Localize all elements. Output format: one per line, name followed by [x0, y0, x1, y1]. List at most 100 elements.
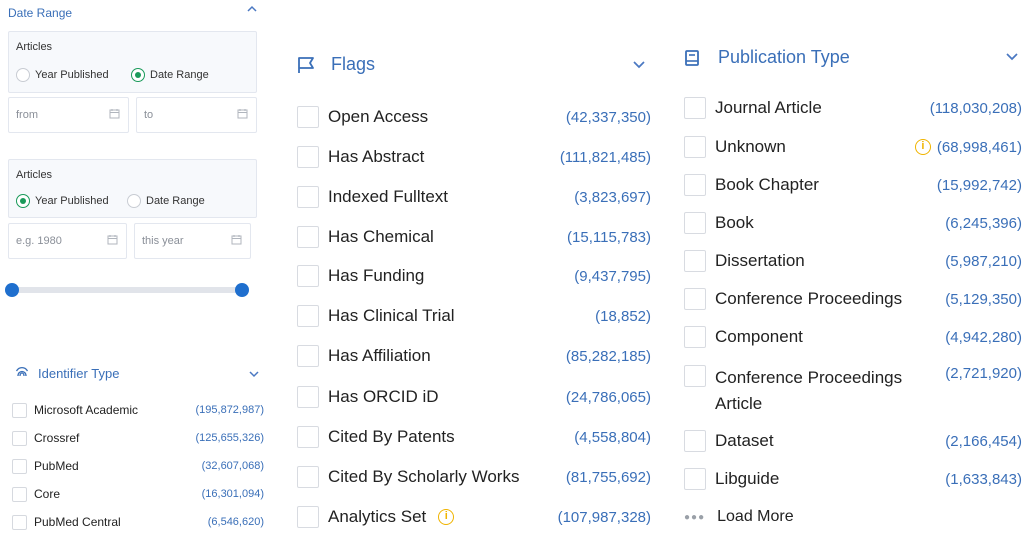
info-icon[interactable]: i [914, 139, 931, 155]
checkbox[interactable] [12, 430, 27, 446]
publication-type-item[interactable]: Conference Proceedings Article (2,721,920… [684, 365, 1022, 417]
flag-item-label: Indexed Fulltext [328, 187, 449, 206]
flag-item[interactable]: Open Access (42,337,350) [297, 106, 651, 128]
calendar-icon[interactable] [237, 108, 248, 122]
checkbox[interactable] [12, 402, 27, 418]
year-range-slider-min-handle[interactable] [5, 283, 19, 297]
identifier-type-item[interactable]: Crossref (125,655,326) [12, 428, 264, 448]
checkbox[interactable] [297, 506, 319, 528]
publication-type-item-count: (2,721,920) [945, 365, 1022, 382]
checkbox[interactable] [297, 146, 319, 168]
flag-item-count: (15,115,783) [567, 228, 651, 246]
checkbox[interactable] [297, 186, 319, 208]
chevron-down-icon[interactable] [1005, 50, 1019, 68]
checkbox[interactable] [12, 514, 27, 530]
calendar-icon[interactable] [231, 234, 242, 248]
checkbox[interactable] [297, 305, 319, 327]
identifier-type-item[interactable]: PubMed (32,607,068) [12, 456, 264, 476]
checkbox[interactable] [684, 174, 706, 196]
publication-type-item[interactable]: Component (4,942,280) [684, 326, 1022, 348]
identifier-type-title[interactable]: Identifier Type [38, 366, 119, 381]
radio-year-published[interactable]: Year Published [16, 194, 109, 208]
publication-type-item[interactable]: Journal Article (118,030,208) [684, 97, 1022, 119]
flag-item[interactable]: Has Funding (9,437,795) [297, 265, 651, 287]
start-year-input[interactable]: e.g. 1980 [8, 223, 127, 259]
flag-item[interactable]: Has Affiliation (85,282,185) [297, 345, 651, 367]
calendar-icon[interactable] [107, 234, 118, 248]
flag-item[interactable]: Cited By Patents (4,558,804) [297, 426, 651, 448]
radio-circle[interactable] [127, 194, 141, 208]
flag-item-count: (42,337,350) [565, 108, 651, 126]
identifier-type-item[interactable]: Core (16,301,094) [12, 484, 264, 504]
publication-type-item[interactable]: Conference Proceedings (5,129,350) [684, 288, 1022, 310]
from-date-input[interactable]: from [8, 97, 129, 133]
checkbox[interactable] [684, 136, 706, 158]
publication-type-item-count: (5,129,350) [945, 290, 1022, 308]
checkbox[interactable] [297, 345, 319, 367]
radio-circle[interactable] [16, 194, 30, 208]
publication-type-item[interactable]: Unknown i (68,998,461) [684, 136, 1022, 158]
identifier-type-item[interactable]: Microsoft Academic (195,872,987) [12, 400, 264, 420]
radio-circle[interactable] [16, 68, 30, 82]
calendar-icon[interactable] [109, 108, 120, 122]
publication-type-item-label: Libguide [715, 469, 780, 488]
year-range-slider-max-handle[interactable] [235, 283, 249, 297]
checkbox[interactable] [684, 468, 706, 490]
publication-type-item[interactable]: Dataset (2,166,454) [684, 430, 1022, 452]
flag-item-count: (4,558,804) [574, 428, 651, 446]
checkbox[interactable] [684, 288, 706, 310]
checkbox[interactable] [297, 106, 319, 128]
publication-type-item[interactable]: Book Chapter (15,992,742) [684, 174, 1022, 196]
flag-item[interactable]: Has Abstract (111,821,485) [297, 146, 651, 168]
checkbox[interactable] [297, 265, 319, 287]
publication-type-item[interactable]: Libguide (1,633,843) [684, 468, 1022, 490]
flag-item[interactable]: Has Clinical Trial (18,852) [297, 305, 651, 327]
radio-label: Date Range [146, 195, 205, 207]
year-range-slider-track[interactable] [12, 287, 242, 293]
to-date-input[interactable]: to [136, 97, 257, 133]
checkbox[interactable] [297, 226, 319, 248]
flag-item-label: Has Affiliation [328, 346, 431, 365]
flag-item[interactable]: Has Chemical (15,115,783) [297, 226, 651, 248]
flag-item-count: (3,823,697) [574, 188, 651, 206]
flags-header[interactable]: Flags [297, 54, 375, 75]
end-year-input[interactable]: this year [134, 223, 251, 259]
checkbox[interactable] [12, 458, 27, 474]
checkbox[interactable] [297, 386, 319, 408]
identifier-type-item-label: Microsoft Academic [34, 403, 139, 417]
publication-type-header[interactable]: Publication Type [684, 47, 850, 68]
radio-date-range[interactable]: Date Range [131, 68, 209, 82]
panel-label: Articles [16, 169, 53, 181]
info-icon[interactable]: i [438, 509, 455, 525]
flag-item-count: (111,821,485) [559, 148, 651, 166]
publication-type-item-label: Dissertation [715, 251, 805, 270]
checkbox[interactable] [297, 466, 319, 488]
flag-item[interactable]: Has ORCID iD (24,786,065) [297, 386, 651, 408]
flag-item[interactable]: Cited By Scholarly Works (81,755,692) [297, 466, 651, 488]
radio-date-range[interactable]: Date Range [127, 194, 205, 208]
publication-type-item[interactable]: Book (6,245,396) [684, 212, 1022, 234]
load-more-label: Load More [717, 508, 794, 525]
checkbox[interactable] [684, 97, 706, 119]
identifier-type-item[interactable]: PubMed Central (6,546,620) [12, 512, 264, 532]
flag-item[interactable]: Analytics Set i (107,987,328) [297, 506, 651, 528]
checkbox[interactable] [297, 426, 319, 448]
publication-type-item-label: Book [715, 213, 754, 232]
chevron-up-icon[interactable] [246, 3, 258, 17]
chevron-down-icon[interactable] [632, 58, 646, 76]
checkbox[interactable] [684, 326, 706, 348]
publication-type-item[interactable]: Dissertation (5,987,210) [684, 250, 1022, 272]
checkbox[interactable] [12, 486, 27, 502]
to-date-placeholder: to [144, 109, 154, 121]
checkbox[interactable] [684, 212, 706, 234]
radio-circle[interactable] [131, 68, 145, 82]
radio-year-published[interactable]: Year Published [16, 68, 109, 82]
checkbox[interactable] [684, 250, 706, 272]
checkbox[interactable] [684, 365, 706, 387]
flag-item[interactable]: Indexed Fulltext (3,823,697) [297, 186, 651, 208]
flag-item-label: Analytics Set [328, 507, 427, 526]
date-range-title[interactable]: Date Range [8, 6, 72, 20]
chevron-down-icon[interactable] [248, 366, 260, 384]
load-more-button[interactable]: ●●● Load More [684, 508, 794, 526]
checkbox[interactable] [684, 430, 706, 452]
